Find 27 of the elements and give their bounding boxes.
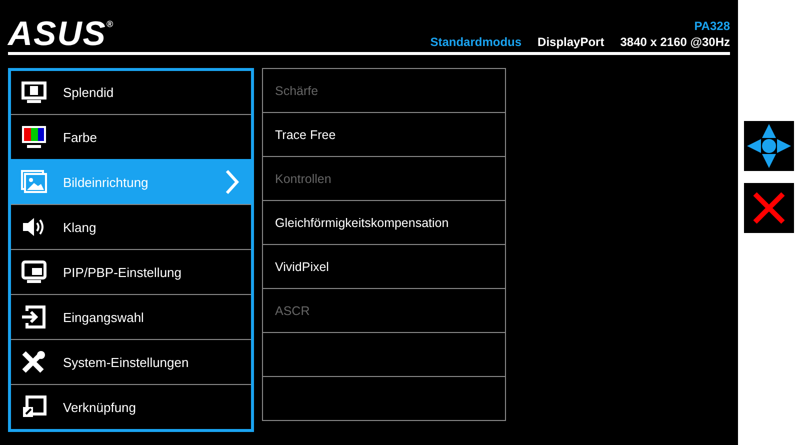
four-way-arrow-icon xyxy=(746,123,792,169)
menu-label: Klang xyxy=(63,220,98,234)
model-name: PA328 xyxy=(694,19,730,33)
input-label: DisplayPort xyxy=(538,35,604,49)
submenu-item[interactable]: VividPixel xyxy=(275,260,329,274)
picture-icon xyxy=(21,170,47,194)
picture-in-picture-icon xyxy=(21,260,47,284)
menu-label: Bildeinrichtung xyxy=(63,174,150,190)
close-key[interactable] xyxy=(744,183,794,233)
menu-label: Eingangswahl xyxy=(63,310,145,324)
monitor-icon xyxy=(21,80,47,104)
shortcut-icon xyxy=(21,395,47,419)
logo: ASUS® xyxy=(8,19,114,49)
resolution-label: 3840 x 2160 @30Hz xyxy=(620,35,730,49)
color-monitor-icon xyxy=(21,125,47,149)
chevron-icon xyxy=(225,169,239,195)
mode-label: Standardmodus xyxy=(430,35,522,49)
submenu-item[interactable]: Gleichförmigkeitskompensation xyxy=(275,216,449,230)
menu-label: PIP/PBP-Einstellung xyxy=(63,264,183,280)
menu-label: Farbe xyxy=(63,130,98,144)
menu-label: Verknüpfung xyxy=(63,400,138,414)
tools-icon xyxy=(21,350,47,374)
input-arrow-icon xyxy=(21,305,47,329)
menu-label: System-Einstellungen xyxy=(63,354,190,370)
menu-label: Splendid xyxy=(63,85,115,100)
navigation-key[interactable] xyxy=(744,121,794,171)
submenu-item[interactable]: Trace Free xyxy=(275,128,336,142)
